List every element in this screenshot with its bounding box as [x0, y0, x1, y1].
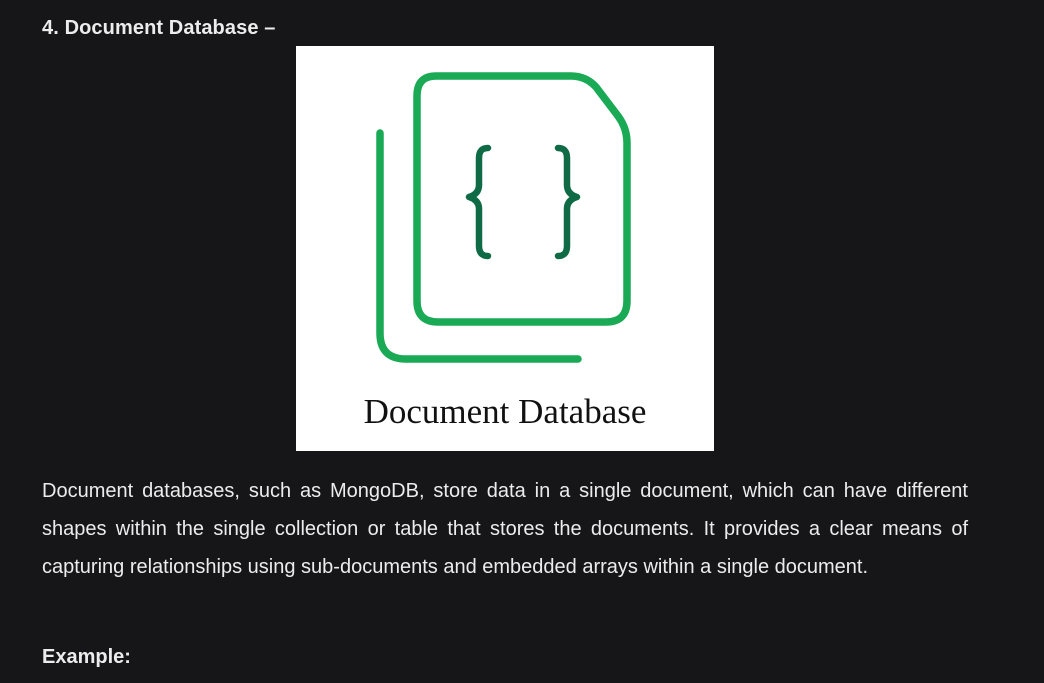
right-brace: [554, 144, 581, 260]
figure-caption: Document Database: [363, 392, 647, 431]
section-number: 4.: [42, 17, 59, 39]
front-page-outline: [413, 72, 631, 326]
section-title: Document Database: [64, 17, 259, 39]
document-database-figure: Document Database: [296, 46, 714, 451]
section-heading: 4. Document Database –: [42, 14, 275, 42]
description-paragraph: Document databases, such as MongoDB, sto…: [42, 480, 968, 579]
section-title-dash: –: [264, 17, 276, 39]
left-brace: [465, 144, 492, 260]
example-label: Example:: [42, 646, 131, 668]
